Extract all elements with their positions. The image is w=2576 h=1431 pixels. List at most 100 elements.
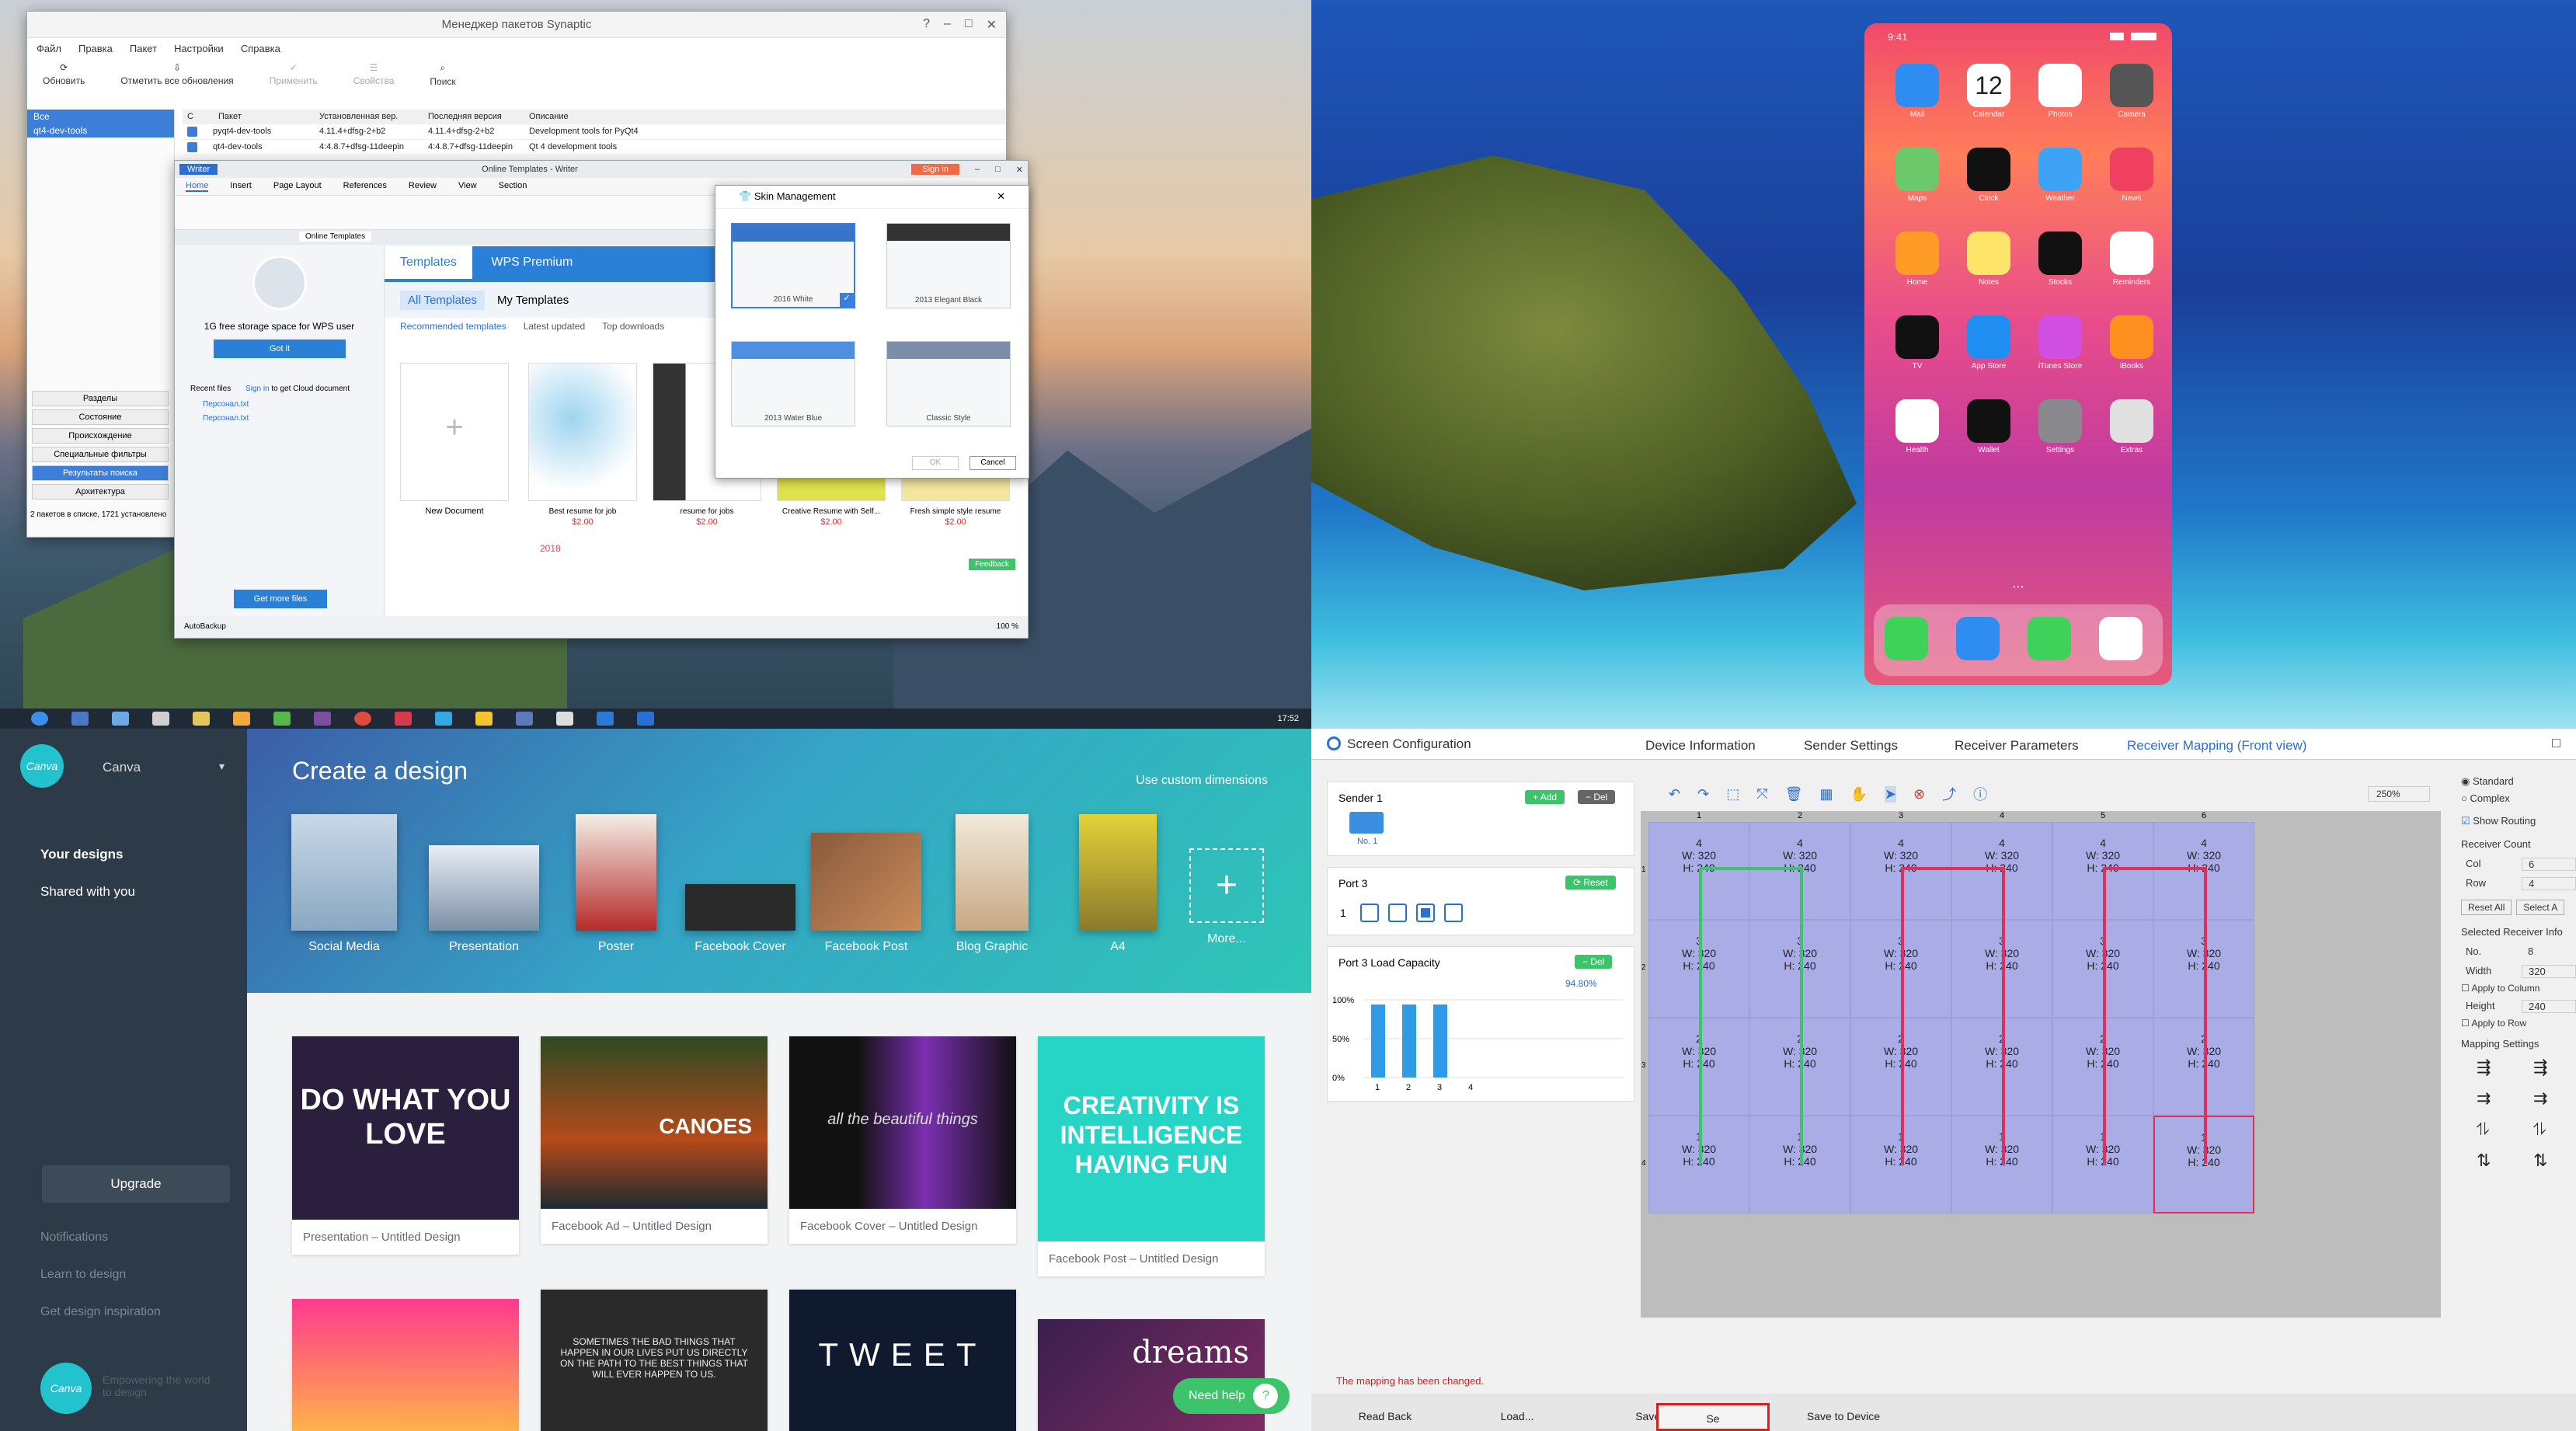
close-icon[interactable]: ✕ (997, 190, 1005, 203)
nav-your-designs[interactable]: Your designs (40, 847, 123, 862)
standard-radio[interactable]: ◉ Standard (2461, 775, 2576, 788)
col-status[interactable]: С (187, 112, 203, 121)
reload-button[interactable]: ⟳ Обновить (43, 62, 85, 87)
show-routing-checkbox[interactable]: ☑ Show Routing (2461, 815, 2576, 827)
mapping-preset-icon[interactable]: ⥮ (2477, 1119, 2519, 1140)
mapping-preset-icon[interactable]: ⇉ (2477, 1088, 2519, 1109)
send-button[interactable]: Se (1656, 1403, 1770, 1431)
subtab-my[interactable]: My Templates (489, 291, 576, 310)
help-icon[interactable]: ? (923, 17, 930, 33)
maximize-icon[interactable]: □ (965, 17, 973, 33)
col-input[interactable]: 6 (2522, 858, 2576, 871)
ribbon-tab-references[interactable]: References (343, 181, 387, 192)
app-icon[interactable] (2038, 232, 2082, 275)
design-type[interactable]: Poster (558, 814, 674, 954)
col-package[interactable]: Пакет (218, 112, 304, 121)
complex-radio[interactable]: ○ Complex (2461, 792, 2576, 804)
maximize-icon[interactable]: □ (995, 165, 1001, 174)
design-type[interactable]: Presentation (426, 814, 542, 954)
row-input[interactable]: 4 (2522, 877, 2576, 890)
design-card[interactable]: all the beautiful things Facebook Cover –… (789, 1036, 1016, 1244)
tab-receiver-mapping[interactable]: Receiver Mapping (Front view) (2127, 738, 2306, 754)
app-icon[interactable] (1895, 399, 1939, 443)
design-type[interactable]: Facebook Cover (682, 814, 799, 954)
design-card[interactable]: CANOES Facebook Ad – Untitled Design (541, 1036, 768, 1244)
app-icon[interactable] (2038, 64, 2082, 107)
app-icon[interactable] (2038, 315, 2082, 359)
app-icon[interactable]: 12 (1967, 64, 2010, 107)
zoom-select[interactable]: 250% (2368, 786, 2430, 802)
doc-tab[interactable]: Online Templates (299, 232, 372, 242)
app-icon[interactable] (314, 712, 331, 726)
app-icon[interactable] (112, 712, 129, 726)
mapping-preset-icon[interactable]: ⇅ (2533, 1151, 2576, 1171)
filter-qt4[interactable]: qt4-dev-tools (27, 124, 174, 138)
redo-icon[interactable]: ↷ (1697, 786, 1709, 803)
app-icon[interactable] (2110, 315, 2153, 359)
sender-device-icon[interactable] (1349, 812, 1384, 834)
table-row[interactable]: pyqt4-dev-tools 4.11.4+dfsg-2+b2 4.11.4+… (183, 124, 1006, 140)
ribbon-tab-insert[interactable]: Insert (230, 181, 252, 192)
template-thumb[interactable]: Best resume for job $2.00 (528, 363, 637, 527)
maximize-icon[interactable]: □ (2552, 735, 2560, 751)
search-button[interactable]: ⌕ Поиск (430, 62, 455, 87)
minimize-icon[interactable]: – (975, 165, 980, 174)
tab-templates[interactable]: Templates (385, 246, 472, 279)
app-icon[interactable] (395, 712, 412, 726)
architecture-button[interactable]: Архитектура (32, 484, 169, 500)
design-card[interactable]: dreams (1038, 1319, 1265, 1431)
tab-wps-premium[interactable]: WPS Premium (475, 246, 588, 279)
clear-icon[interactable]: ⊗ (1913, 786, 1925, 803)
design-type[interactable]: Social Media (286, 814, 402, 954)
app-icon[interactable] (1895, 148, 1939, 191)
dock-app-icon[interactable] (1956, 617, 2000, 660)
get-more-files-button[interactable]: Get more files (234, 590, 327, 608)
app-icon[interactable] (273, 712, 291, 726)
col-latest[interactable]: Последняя версия (428, 112, 513, 121)
app-icon[interactable] (1967, 148, 2010, 191)
app-icon[interactable] (516, 712, 533, 726)
search-results-button[interactable]: Результаты поиска (32, 465, 169, 481)
design-card[interactable]: SOMETIMES THE BAD THINGS THAT HAPPEN IN … (541, 1290, 768, 1431)
menu-help[interactable]: Справка (241, 43, 280, 54)
custom-filters-button[interactable]: Специальные фильтры (32, 447, 169, 462)
design-card[interactable] (292, 1299, 519, 1431)
cancel-button[interactable]: Cancel (969, 456, 1016, 470)
tab-receiver-params[interactable]: Receiver Parameters (1955, 738, 2079, 754)
close-icon[interactable]: ✕ (987, 17, 997, 33)
canva-logo[interactable]: Canva (20, 744, 64, 788)
sections-button[interactable]: Разделы (32, 391, 169, 406)
properties-button[interactable]: ☰ Свойства (353, 62, 395, 87)
apply-button[interactable]: ✓ Применить (270, 62, 318, 87)
status-button[interactable]: Состояние (32, 409, 169, 425)
col-description[interactable]: Описание (529, 112, 569, 121)
ribbon-tab-section[interactable]: Section (499, 181, 527, 192)
installed-checkbox[interactable] (187, 142, 197, 152)
design-card[interactable]: TWEET (789, 1290, 1016, 1431)
del-load-button[interactable]: − Del (1575, 955, 1613, 969)
app-icon[interactable] (2110, 148, 2153, 191)
col-installed[interactable]: Установленная вер. (319, 112, 413, 121)
app-icon[interactable] (233, 712, 250, 726)
inspiration-link[interactable]: Get design inspiration (40, 1305, 161, 1319)
chrome-icon[interactable] (354, 712, 371, 726)
app-icon[interactable] (435, 712, 452, 726)
need-help-button[interactable]: Need help ? (1173, 1378, 1290, 1414)
learn-link[interactable]: Learn to design (40, 1268, 126, 1282)
mapping-canvas[interactable]: 123456 1234 4 W: 320 H: 240 4 W: 320 H: 240 4 W… (1641, 811, 2441, 1318)
launcher-icon[interactable] (31, 712, 48, 726)
app-icon[interactable] (1967, 232, 2010, 275)
minimize-icon[interactable]: – (944, 17, 951, 33)
hand-icon[interactable]: ✋ (1850, 786, 1867, 803)
app-icon[interactable] (1967, 315, 2010, 359)
upgrade-button[interactable]: Upgrade (42, 1165, 230, 1203)
sign-in-link[interactable]: Sign in (245, 385, 270, 393)
design-type[interactable]: A4 (1060, 814, 1176, 954)
skin-option[interactable]: 2013 Water Blue (731, 341, 855, 427)
sign-in-button[interactable]: Sign in (911, 164, 959, 175)
mapping-preset-icon[interactable]: ⇉ (2533, 1088, 2576, 1109)
app-icon[interactable] (2110, 64, 2153, 107)
installed-checkbox[interactable] (187, 127, 197, 137)
reset-all-button[interactable]: Reset All (2461, 900, 2512, 915)
app-icon[interactable] (475, 712, 493, 726)
